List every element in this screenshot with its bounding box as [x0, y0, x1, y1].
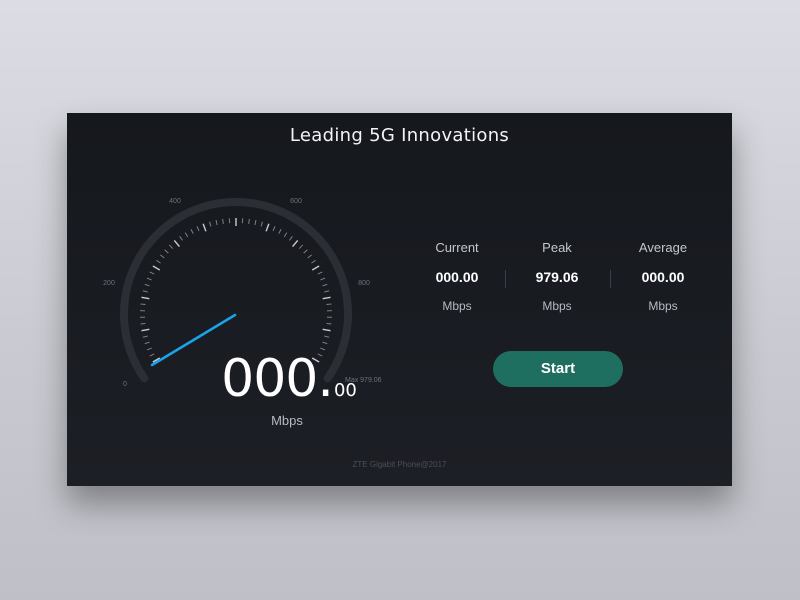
gauge-tick — [289, 236, 293, 241]
gauge-tick — [322, 283, 328, 287]
gauge-tick — [144, 283, 150, 287]
gauge-tick — [307, 254, 312, 259]
gauge-tick — [215, 219, 218, 226]
speedtest-panel: Leading 5G Innovations 0 200 400 600 800… — [67, 113, 732, 486]
gauge-tick — [140, 323, 146, 325]
gauge-tick — [260, 221, 263, 227]
scale-label-0: 0 — [123, 381, 127, 388]
gauge-tick — [322, 328, 331, 332]
stat-current-value: 000.00 — [435, 269, 479, 285]
start-button[interactable]: Start — [493, 351, 623, 387]
gauge-tick — [196, 226, 200, 232]
stat-peak-label: Peak — [542, 240, 572, 255]
scale-label-400: 400 — [169, 198, 181, 205]
gauge-tick — [149, 271, 155, 275]
gauge-tick — [311, 259, 316, 264]
gauge-tick — [140, 303, 146, 305]
gauge-tick — [292, 240, 299, 248]
gauge-tick — [324, 335, 330, 338]
gauge-tick — [160, 254, 165, 259]
gauge-tick — [184, 232, 189, 238]
stat-current-label: Current — [435, 240, 479, 255]
gauge-tick — [222, 218, 224, 224]
gauge-tick — [326, 323, 332, 325]
gauge-tick — [168, 244, 174, 249]
gauge-tick — [278, 229, 282, 234]
speed-integer: 000 — [221, 349, 318, 409]
scale-label-600: 600 — [290, 198, 302, 205]
gauge-tick — [311, 265, 320, 271]
stat-peak-unit: Mbps — [542, 299, 572, 313]
stat-peak: Peak 979.06 Mbps — [512, 240, 602, 313]
scale-label-800: 800 — [358, 280, 370, 287]
gauge-tick — [326, 303, 332, 305]
gauge-ticks — [140, 218, 332, 363]
speed-unit: Mbps — [271, 413, 303, 428]
gauge-tick — [283, 232, 288, 238]
gauge-tick — [141, 328, 150, 332]
scale-label-200: 200 — [103, 280, 115, 287]
gauge-tick — [146, 277, 152, 281]
stat-divider — [610, 270, 611, 288]
stat-current: Current 000.00 Mbps — [412, 240, 502, 313]
gauge-tick — [317, 271, 323, 275]
stat-average-value: 000.00 — [641, 269, 685, 285]
gauge-tick — [209, 221, 212, 227]
gauge-tick — [149, 353, 155, 357]
gauge-tick — [324, 290, 330, 293]
gauge-tick — [272, 226, 276, 232]
gauge-tick — [190, 229, 194, 234]
speed-dot: . — [317, 349, 334, 409]
gauge-tick — [142, 335, 148, 338]
gauge-tick — [265, 223, 270, 232]
gauge-tick — [254, 219, 257, 226]
gauge-tick — [142, 290, 148, 293]
gauge-tick — [202, 223, 207, 232]
stats-row: Current 000.00 Mbps Peak 979.06 Mbps Ave… — [412, 240, 712, 320]
gauge-tick — [322, 296, 331, 300]
gauge-tick — [179, 236, 183, 241]
gauge-tick — [141, 296, 150, 300]
gauge-tick — [322, 341, 328, 345]
stat-average: Average 000.00 Mbps — [618, 240, 708, 313]
gauge-tick — [152, 265, 161, 271]
gauge-tick — [144, 341, 150, 345]
speed-readout: 000.00 — [179, 349, 399, 409]
stat-average-unit: Mbps — [648, 299, 678, 313]
gauge-tick — [164, 249, 169, 254]
gauge-tick — [303, 249, 308, 254]
gauge-tick — [173, 240, 180, 248]
gauge-tick — [156, 259, 161, 264]
gauge-tick — [320, 277, 326, 281]
stat-average-label: Average — [638, 240, 688, 255]
stat-divider — [505, 270, 506, 288]
speed-decimal: 00 — [333, 380, 357, 401]
gauge-tick — [248, 218, 250, 224]
gauge-tick — [146, 347, 152, 351]
footer-copyright: ZTE Gigabit Phone@2017 — [352, 460, 447, 469]
stat-current-unit: Mbps — [442, 299, 472, 313]
gauge-tick — [298, 244, 304, 249]
stat-peak-value: 979.06 — [535, 269, 579, 285]
